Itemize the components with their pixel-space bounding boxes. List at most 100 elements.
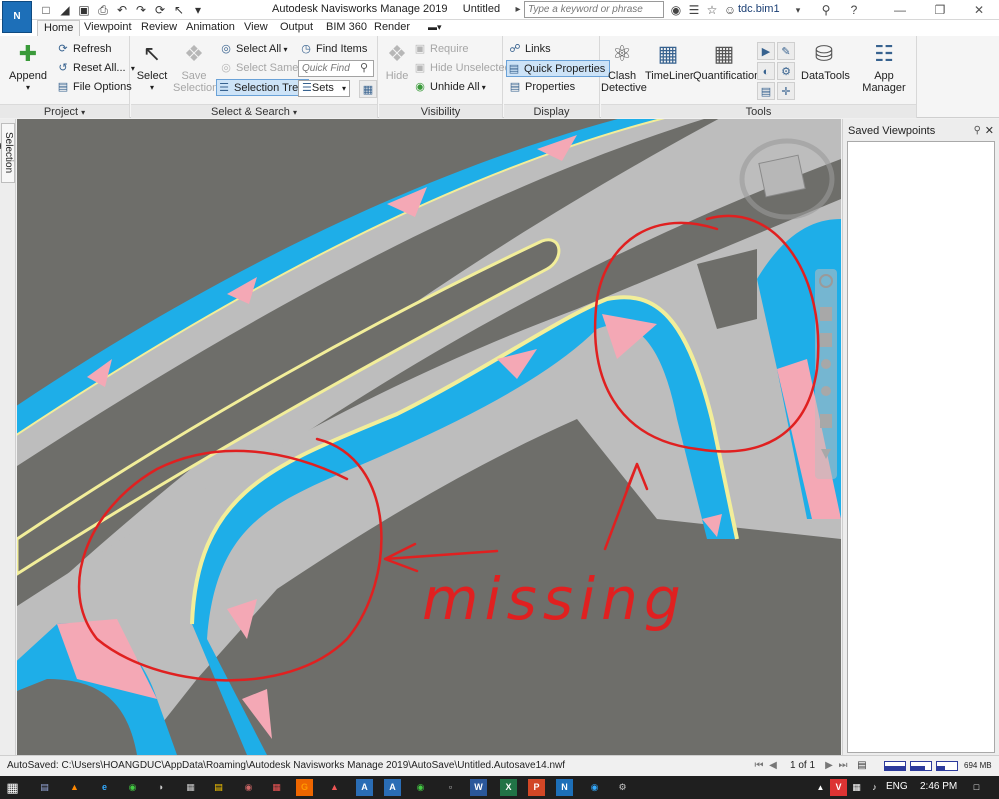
quick-properties-button[interactable]: ▤ Quick Properties (506, 60, 611, 77)
restore-button[interactable]: ❐ (920, 0, 960, 20)
revit-icon[interactable]: A (384, 779, 401, 796)
minimize-button[interactable]: — (880, 0, 920, 20)
pin-icon[interactable]: ⚲ (974, 123, 981, 139)
append-button[interactable]: ✚ Append ▾ (6, 40, 50, 94)
vlc-icon[interactable]: ▲ (66, 779, 83, 796)
select-button[interactable]: ↖ Select ▾ (135, 40, 169, 94)
batch-utility-icon[interactable]: ⚙ (777, 62, 795, 80)
compare-icon[interactable]: ▤ (757, 82, 775, 100)
user-name[interactable]: tdc.bim1 (738, 3, 780, 15)
app-icon[interactable]: ▫ (442, 779, 459, 796)
file-explorer-icon[interactable]: ▤ (36, 779, 53, 796)
application-menu-button[interactable]: N (2, 1, 32, 33)
transform-icon[interactable]: ✛ (777, 82, 795, 100)
word-icon[interactable]: W (470, 779, 487, 796)
animator-icon[interactable]: ▶ (757, 42, 775, 60)
navisworks-icon[interactable]: N (556, 779, 573, 796)
tab-render[interactable]: Render (368, 20, 416, 36)
tray-app-icon[interactable]: V (830, 779, 847, 796)
save-icon[interactable]: ▣ (76, 2, 92, 18)
require-button[interactable]: ▣ Require (413, 41, 469, 58)
navigation-bar[interactable] (815, 269, 837, 479)
sheet-browser-icon[interactable]: ▤ (855, 759, 869, 773)
app-icon[interactable]: ◉ (412, 779, 429, 796)
app-icon[interactable]: ◑ (152, 779, 169, 796)
panel-title-select-search[interactable]: Select & Search ▾ (131, 104, 377, 118)
windows-start-icon[interactable]: ▦ (4, 779, 21, 796)
scripter-icon[interactable]: ✎ (777, 42, 795, 60)
save-selection-button[interactable]: ❖ Save Selection (173, 40, 218, 94)
quick-find-search-icon[interactable]: ⚲ (360, 61, 368, 74)
hide-button[interactable]: ❖ Hide (382, 40, 412, 82)
open-file-icon[interactable]: ◢ (57, 2, 73, 18)
first-page-icon[interactable]: ⏮ (752, 759, 766, 773)
app-icon[interactable]: ◉ (586, 779, 603, 796)
close-icon[interactable]: ✕ (985, 123, 994, 139)
steam-icon[interactable]: ⚙ (614, 779, 631, 796)
user-dropdown-icon[interactable]: ▾ (790, 2, 806, 18)
help-icon[interactable]: ? (846, 2, 862, 18)
notification-icon[interactable]: □ (968, 779, 985, 796)
saved-viewpoints-list[interactable] (847, 141, 995, 753)
select-cursor-icon[interactable]: ↖ (171, 2, 187, 18)
system-clock[interactable]: 2:46 PM (920, 781, 957, 792)
chrome-icon[interactable]: ◉ (124, 779, 141, 796)
sets-manage-icon[interactable]: ▦ (359, 80, 377, 98)
new-file-icon[interactable]: □ (38, 2, 54, 18)
file-options-button[interactable]: ▤ File Options (56, 79, 132, 96)
edge-icon[interactable]: e (96, 779, 113, 796)
star-icon[interactable]: ☆ (704, 2, 720, 18)
customize-qat-icon[interactable]: ▾ (190, 2, 206, 18)
timeliner-button[interactable]: ▦ TimeLiner (645, 40, 694, 82)
tab-animation[interactable]: Animation (180, 20, 241, 36)
close-window-button[interactable]: ✕ (959, 0, 999, 20)
folder-icon[interactable]: ▤ (210, 779, 227, 796)
panel-title-project[interactable]: Project ▾ (0, 104, 129, 118)
user-icon[interactable]: ☺ (722, 2, 738, 18)
tab-overflow-icon[interactable]: ▬▾ (422, 20, 448, 36)
app-icon[interactable]: ▦ (182, 779, 199, 796)
binoculars-icon[interactable]: ◉ (668, 2, 684, 18)
refresh-button[interactable]: ⟳ Refresh (56, 41, 111, 58)
app-manager-button[interactable]: ☷ App Manager (853, 40, 915, 94)
help-search-input[interactable]: Type a keyword or phrase (524, 1, 664, 18)
print-icon[interactable]: ⎙ (95, 2, 111, 18)
select-all-button[interactable]: ◎ Select All ▾ (219, 41, 287, 58)
find-items-button[interactable]: ◷ Find Items (299, 41, 367, 58)
links-button[interactable]: ☍ Links (508, 41, 550, 58)
tab-view[interactable]: View (238, 20, 274, 36)
model-scene[interactable]: missing (17, 119, 841, 755)
cart-icon[interactable]: ⚲ (818, 2, 834, 18)
tab-viewpoint[interactable]: Viewpoint (78, 20, 138, 36)
powerpoint-icon[interactable]: P (528, 779, 545, 796)
excel-icon[interactable]: X (500, 779, 517, 796)
sets-dropdown[interactable]: ☰Sets ▾ (298, 80, 350, 97)
hide-unselected-button[interactable]: ▣ Hide Unselected (413, 60, 511, 77)
clash-detective-button[interactable]: ⚛ Clash Detective (601, 40, 647, 94)
tab-review[interactable]: Review (135, 20, 183, 36)
3d-viewport[interactable]: missing (17, 119, 841, 755)
tab-home[interactable]: Home (37, 20, 81, 36)
unhide-all-button[interactable]: ◉ Unhide All ▾ (413, 79, 486, 96)
volume-icon[interactable]: ♪ (866, 779, 883, 796)
appearance-profiler-icon[interactable]: ◐ (757, 62, 775, 80)
next-page-icon[interactable]: ▶ (822, 759, 836, 773)
selection-tree-dock-tab[interactable]: Selection Tree (0, 123, 15, 183)
language-indicator[interactable]: ENG (886, 781, 908, 792)
refresh-icon[interactable]: ⟳ (152, 2, 168, 18)
app-icon[interactable]: ▦ (268, 779, 285, 796)
network-icon[interactable]: ▦ (848, 779, 865, 796)
tray-expand-icon[interactable]: ▲ (812, 779, 829, 796)
last-page-icon[interactable]: ⏭ (836, 759, 850, 773)
datatools-button[interactable]: ⛁ DataTools (801, 40, 850, 82)
app-icon[interactable]: G (296, 779, 313, 796)
app-icon[interactable]: ◉ (240, 779, 257, 796)
quantification-button[interactable]: ▦ Quantification (693, 40, 760, 82)
tab-bim360[interactable]: BIM 360 (320, 20, 373, 36)
properties-button[interactable]: ▤ Properties (508, 79, 575, 96)
autocad-icon[interactable]: A (356, 779, 373, 796)
communication-center-icon[interactable]: ☰ (686, 2, 702, 18)
redo-icon[interactable]: ↷ (133, 2, 149, 18)
tab-output[interactable]: Output (274, 20, 319, 36)
undo-icon[interactable]: ↶ (114, 2, 130, 18)
